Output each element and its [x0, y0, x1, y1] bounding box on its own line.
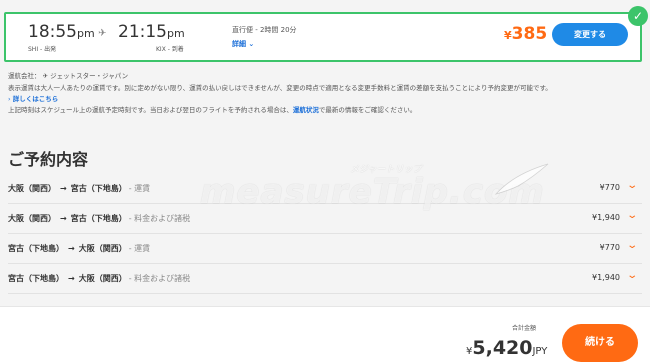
arrival-airport: KIX - 到着 — [156, 46, 184, 53]
fare-row[interactable]: 宮古（下地島） → 大阪（関西） - 運賃 ¥770 ⌄ — [8, 235, 642, 264]
arrow-right-icon: › — [8, 95, 11, 103]
departure-time: 18:55pm — [28, 22, 95, 42]
chevron-down-icon[interactable]: ⌄ — [626, 210, 638, 221]
checkout-footer: 合計金額 ¥5,420JPY 続ける — [0, 306, 650, 364]
fare-amount: ¥770 — [599, 243, 620, 252]
fare-details-link[interactable]: 詳しくはこちら — [13, 95, 59, 103]
carrier-info: 運航会社： ✈ ジェットスター・ジャパン — [8, 72, 129, 80]
fare-route: 宮古（下地島） → 大阪（関西） - 運賃 — [8, 244, 151, 253]
fare-route: 大阪（関西） → 宮古（下地島） - 料金および諸税 — [8, 214, 191, 223]
selected-flight-card[interactable]: ✓ 18:55pm SHI - 出発 ✈ 21:15pm KIX - 到着 直行… — [4, 6, 648, 62]
schedule-note: 上記時刻はスケジュール上の運航予定時刻です。当日および翌日のフライトを予約される… — [8, 106, 417, 114]
total-label: 合計金額 — [512, 325, 537, 332]
chevron-down-icon[interactable]: ⌄ — [626, 240, 638, 251]
chevron-down-icon[interactable]: ⌄ — [626, 180, 638, 191]
plane-icon: ✈ — [42, 72, 49, 80]
booking-summary-title: ご予約内容 — [8, 150, 89, 169]
flight-duration: 直行便 - 2時間 20分 — [232, 26, 297, 34]
fare-note: 表示運賃は大人一人あたりの運賃です。別に定めがない限り、運賃の払い戻しはできませ… — [8, 84, 552, 92]
continue-button[interactable]: 続ける — [562, 324, 638, 362]
fare-route: 大阪（関西） → 宮古（下地島） - 運賃 — [8, 184, 151, 193]
fare-route: 宮古（下地島） → 大阪（関西） - 料金および諸税 — [8, 274, 191, 283]
flight-status-link[interactable]: 運航状況 — [293, 106, 319, 114]
arrival-time: 21:15pm — [118, 22, 185, 42]
fare-row[interactable]: 宮古（下地島） → 大阪（関西） - 料金および諸税 ¥1,940 ⌄ — [8, 265, 642, 294]
carrier-name: ジェットスター・ジャパン — [50, 72, 129, 80]
chevron-down-icon[interactable]: ⌄ — [626, 270, 638, 281]
departure-airport: SHI - 出発 — [28, 46, 57, 53]
fare-row[interactable]: 大阪（関西） → 宮古（下地島） - 料金および諸税 ¥1,940 ⌄ — [8, 205, 642, 234]
fare-row[interactable]: 大阪（関西） → 宮古（下地島） - 運賃 ¥770 ⌄ — [8, 175, 642, 204]
plane-icon: ✈ — [98, 28, 107, 39]
change-flight-button[interactable]: 変更する — [552, 23, 628, 46]
fare-amount: ¥770 — [599, 183, 620, 192]
fare-details-link-row: › 詳しくはこちら — [8, 93, 58, 103]
flight-price: ¥385 — [504, 24, 548, 44]
check-icon: ✓ — [628, 6, 648, 26]
total-amount: ¥5,420JPY — [466, 337, 548, 359]
flight-details-link[interactable]: 詳細 ⌄ — [232, 39, 254, 49]
fare-amount: ¥1,940 — [592, 213, 620, 222]
fare-amount: ¥1,940 — [592, 273, 620, 282]
watermark-kana: メジャートリップ — [350, 165, 422, 175]
